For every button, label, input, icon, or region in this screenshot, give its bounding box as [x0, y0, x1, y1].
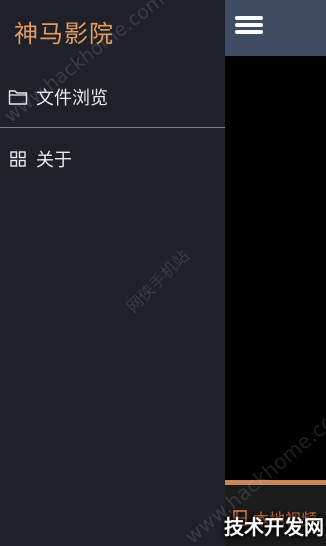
hamburger-line [235, 16, 263, 20]
drawer-item-about[interactable]: 关于 [0, 139, 225, 179]
app-screen: 本地视频 神马影院 文件浏览 关于 技术开发网 [0, 0, 326, 546]
bottom-accent-line [225, 480, 326, 485]
drawer-divider [0, 127, 225, 128]
drawer-item-file-browse[interactable]: 文件浏览 [0, 77, 225, 117]
folder-icon [8, 87, 28, 107]
toolbar [225, 0, 326, 56]
hamburger-menu-icon[interactable] [235, 14, 265, 36]
grid-icon [8, 149, 28, 169]
main-content: 本地视频 [225, 0, 326, 546]
hamburger-line [235, 23, 263, 27]
navigation-drawer: 神马影院 文件浏览 关于 [0, 0, 225, 546]
drawer-item-label: 文件浏览 [36, 88, 108, 109]
drawer-title: 神马影院 [14, 20, 114, 48]
site-badge: 技术开发网 [224, 515, 324, 539]
hamburger-line [235, 30, 263, 34]
drawer-item-label: 关于 [36, 150, 72, 171]
